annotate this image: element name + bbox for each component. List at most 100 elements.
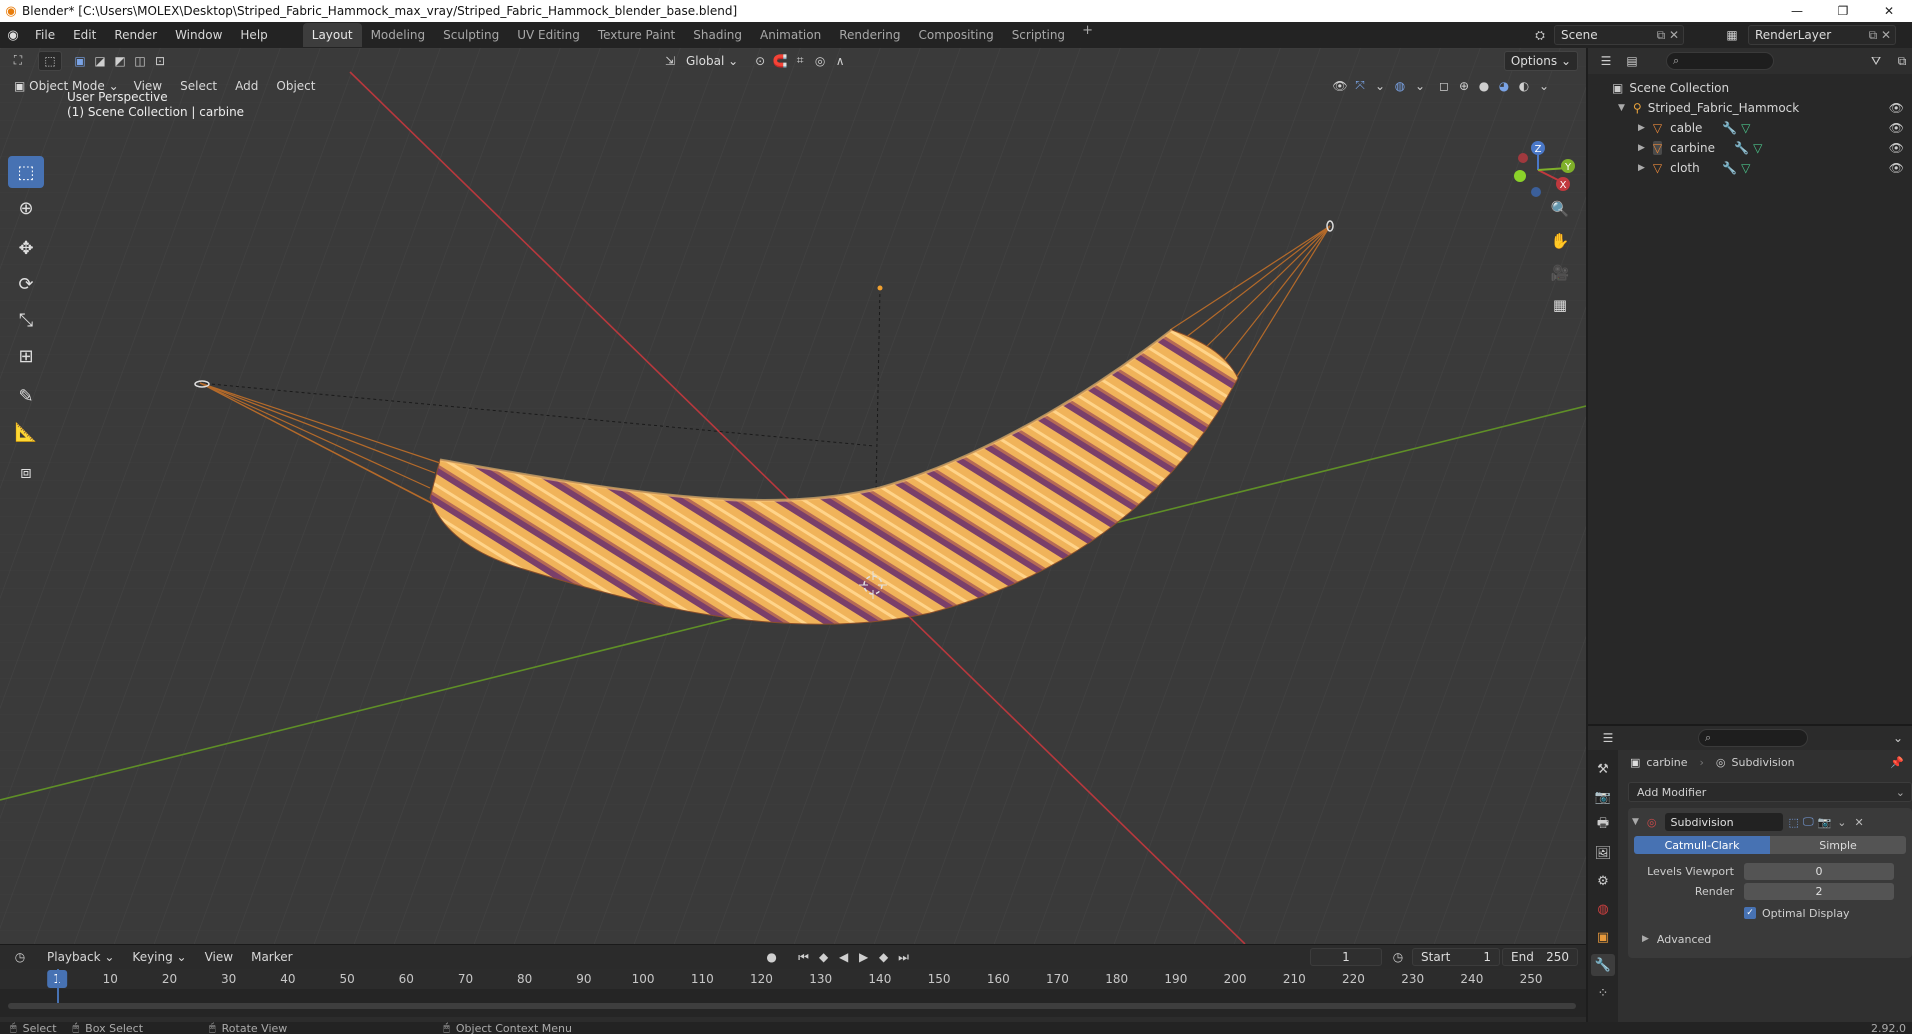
timeline-menu-view[interactable]: View bbox=[196, 946, 242, 968]
camera-view-icon[interactable]: 🎥 bbox=[1548, 262, 1572, 284]
rendered-shading-icon[interactable]: ◐ bbox=[1514, 76, 1534, 96]
object-tab-icon[interactable]: ▣ bbox=[1591, 926, 1615, 948]
end-frame-field[interactable]: End 250 bbox=[1502, 948, 1578, 966]
render-layer-new-icon[interactable]: ⧉ ✕ bbox=[1869, 28, 1891, 43]
select-tool-icon[interactable]: ⬚ bbox=[38, 50, 62, 71]
levels-viewport-field[interactable]: 0 bbox=[1744, 862, 1894, 880]
expand-advanced-icon[interactable]: ▶ bbox=[1642, 934, 1649, 944]
tab-modeling[interactable]: Modeling bbox=[362, 23, 435, 47]
blender-menu-icon[interactable]: ◉ bbox=[0, 22, 26, 48]
outliner-search-input[interactable]: ⌕ bbox=[1666, 52, 1774, 70]
outliner-item-cable[interactable]: ▶ ▽ cable 🔧 ▽ 👁 bbox=[1588, 118, 1912, 138]
tool-tab-icon[interactable]: ⚒ bbox=[1591, 758, 1615, 780]
mesh-data-icon[interactable]: ▽ bbox=[1741, 161, 1750, 175]
next-keyframe-icon[interactable]: ◆ bbox=[874, 947, 894, 967]
scale-tool-icon[interactable]: ⤡ bbox=[8, 304, 44, 336]
viewport-menu-select[interactable]: Select bbox=[171, 75, 226, 97]
jump-start-icon[interactable]: ⏮ bbox=[794, 947, 814, 967]
material-shading-icon[interactable]: ◕ bbox=[1494, 76, 1514, 96]
ortho-grid-icon[interactable]: ▦ bbox=[1548, 294, 1572, 316]
add-modifier-dropdown[interactable]: Add Modifier ⌄ bbox=[1628, 782, 1912, 802]
timeline-track[interactable] bbox=[0, 969, 1586, 1017]
render-levels-field[interactable]: 2 bbox=[1744, 882, 1894, 900]
outliner-item-cloth[interactable]: ▶ ▽ cloth 🔧 ▽ 👁 bbox=[1588, 158, 1912, 178]
modifier-tab-icon[interactable]: 🔧 bbox=[1591, 954, 1615, 976]
viewport-toggle-icon[interactable]: 🖵 bbox=[1803, 815, 1814, 829]
render-tab-icon[interactable]: 📷 bbox=[1591, 786, 1615, 808]
scene-tab-icon[interactable]: ⚙ bbox=[1591, 870, 1615, 892]
annotate-tool-icon[interactable]: ✎ bbox=[8, 380, 44, 412]
render-toggle-icon[interactable]: 📷 bbox=[1818, 816, 1832, 829]
close-icon[interactable]: ✕ bbox=[1866, 0, 1912, 22]
properties-options-icon[interactable]: ⌄ bbox=[1888, 728, 1908, 748]
tab-shading[interactable]: Shading bbox=[684, 23, 751, 47]
advanced-subpanel[interactable]: ▶ Advanced bbox=[1634, 930, 1906, 948]
tab-animation[interactable]: Animation bbox=[751, 23, 830, 47]
pan-hand-icon[interactable]: ✋ bbox=[1548, 230, 1572, 252]
overlay-toggle-icon[interactable]: ◍ bbox=[1390, 76, 1410, 96]
menu-edit[interactable]: Edit bbox=[64, 24, 105, 46]
menu-window[interactable]: Window bbox=[166, 24, 231, 46]
visibility-eye-icon[interactable]: 👁 bbox=[1889, 141, 1904, 155]
outliner-editor-type-icon[interactable]: ☰ bbox=[1596, 51, 1616, 71]
menu-render[interactable]: Render bbox=[105, 24, 166, 46]
scene-selector[interactable]: Scene ⧉ ✕ bbox=[1554, 25, 1684, 45]
tab-layout[interactable]: Layout bbox=[302, 23, 362, 47]
render-layer-selector[interactable]: RenderLayer ⧉ ✕ bbox=[1748, 25, 1896, 45]
outliner-item-carbine[interactable]: ▶ ▽ carbine 🔧 ▽ 👁 bbox=[1588, 138, 1912, 158]
visibility-eye-icon[interactable]: 👁 bbox=[1889, 161, 1904, 175]
pivot-point-icon[interactable]: ⊙ bbox=[750, 51, 770, 71]
shading-dropdown-icon[interactable]: ⌄ bbox=[1534, 76, 1554, 96]
remove-modifier-icon[interactable]: ✕ bbox=[1854, 816, 1863, 829]
modifier-menu-icon[interactable]: ⌄ bbox=[1837, 816, 1846, 829]
expand-item-icon[interactable]: ▶ bbox=[1638, 123, 1645, 133]
new-collection-icon[interactable]: ⧉ bbox=[1892, 51, 1912, 71]
editor-type-icon[interactable]: ⛶ bbox=[8, 51, 28, 71]
world-tab-icon[interactable]: ◍ bbox=[1591, 898, 1615, 920]
3d-viewport[interactable]: ⛶ ⬚ ▣ ◪ ◩ ◫ ⊡ ⇲ Global ⌄ ⊙ 🧲 ⌗ ◎ ∧ Optio… bbox=[0, 48, 1586, 944]
mesh-data-icon[interactable]: ▽ bbox=[1741, 121, 1750, 135]
tab-sculpting[interactable]: Sculpting bbox=[434, 23, 508, 47]
particles-tab-icon[interactable]: ⁘ bbox=[1591, 982, 1615, 1004]
modifier-wrench-icon[interactable]: 🔧 bbox=[1722, 121, 1737, 135]
cursor-tool-icon[interactable]: ⊕ bbox=[8, 192, 44, 224]
navigation-gizmo[interactable]: Z Y X bbox=[1496, 110, 1586, 240]
scene-browse-icon[interactable]: ⛭ bbox=[1530, 25, 1550, 45]
viewport-menu-add[interactable]: Add bbox=[226, 75, 267, 97]
timeline-menu-keying[interactable]: Keying ⌄ bbox=[123, 946, 195, 968]
display-mode-icon[interactable]: ▤ bbox=[1622, 51, 1642, 71]
prev-keyframe-icon[interactable]: ◆ bbox=[814, 947, 834, 967]
scene-new-icon[interactable]: ⧉ ✕ bbox=[1657, 28, 1679, 43]
render-layer-icon[interactable]: ▦ bbox=[1722, 25, 1742, 45]
tab-rendering[interactable]: Rendering bbox=[830, 23, 909, 47]
select-box-tool-icon[interactable]: ⬚ bbox=[8, 156, 44, 188]
add-workspace-icon[interactable]: + bbox=[1074, 23, 1101, 47]
expand-item-icon[interactable]: ▶ bbox=[1638, 143, 1645, 153]
collapse-modifier-icon[interactable]: ▼ bbox=[1632, 817, 1639, 827]
select-new-icon[interactable]: ▣ bbox=[70, 51, 90, 71]
view-layer-tab-icon[interactable]: 🖼 bbox=[1591, 842, 1615, 864]
move-tool-icon[interactable]: ✥ bbox=[8, 232, 44, 264]
minimize-icon[interactable]: — bbox=[1774, 0, 1820, 22]
falloff-icon[interactable]: ∧ bbox=[830, 51, 850, 71]
transform-tool-icon[interactable]: ⊞ bbox=[8, 340, 44, 372]
play-reverse-icon[interactable]: ◀ bbox=[834, 947, 854, 967]
start-frame-field[interactable]: Start 1 bbox=[1412, 948, 1500, 966]
simple-button[interactable]: Simple bbox=[1770, 836, 1906, 854]
output-tab-icon[interactable]: 🖶 bbox=[1591, 814, 1615, 836]
pin-icon[interactable]: 📌 bbox=[1890, 756, 1904, 769]
modifier-wrench-icon[interactable]: 🔧 bbox=[1734, 141, 1749, 155]
select-extend-icon[interactable]: ◪ bbox=[90, 51, 110, 71]
modifier-wrench-icon[interactable]: 🔧 bbox=[1722, 161, 1737, 175]
properties-editor-type-icon[interactable]: ☰ bbox=[1598, 728, 1618, 748]
menu-help[interactable]: Help bbox=[231, 24, 276, 46]
viewport-menu-object[interactable]: Object bbox=[267, 75, 324, 97]
jump-end-icon[interactable]: ⏭ bbox=[894, 947, 914, 967]
mesh-data-icon[interactable]: ▽ bbox=[1753, 141, 1762, 155]
add-cube-tool-icon[interactable]: ⧈ bbox=[8, 456, 44, 488]
visibility-eye-icon[interactable]: 👁 bbox=[1889, 101, 1904, 115]
expand-item-icon[interactable]: ▶ bbox=[1638, 163, 1645, 173]
menu-file[interactable]: File bbox=[26, 24, 64, 46]
edit-mode-toggle-icon[interactable]: ⬚ bbox=[1789, 816, 1799, 829]
measure-tool-icon[interactable]: 📐 bbox=[8, 416, 44, 448]
